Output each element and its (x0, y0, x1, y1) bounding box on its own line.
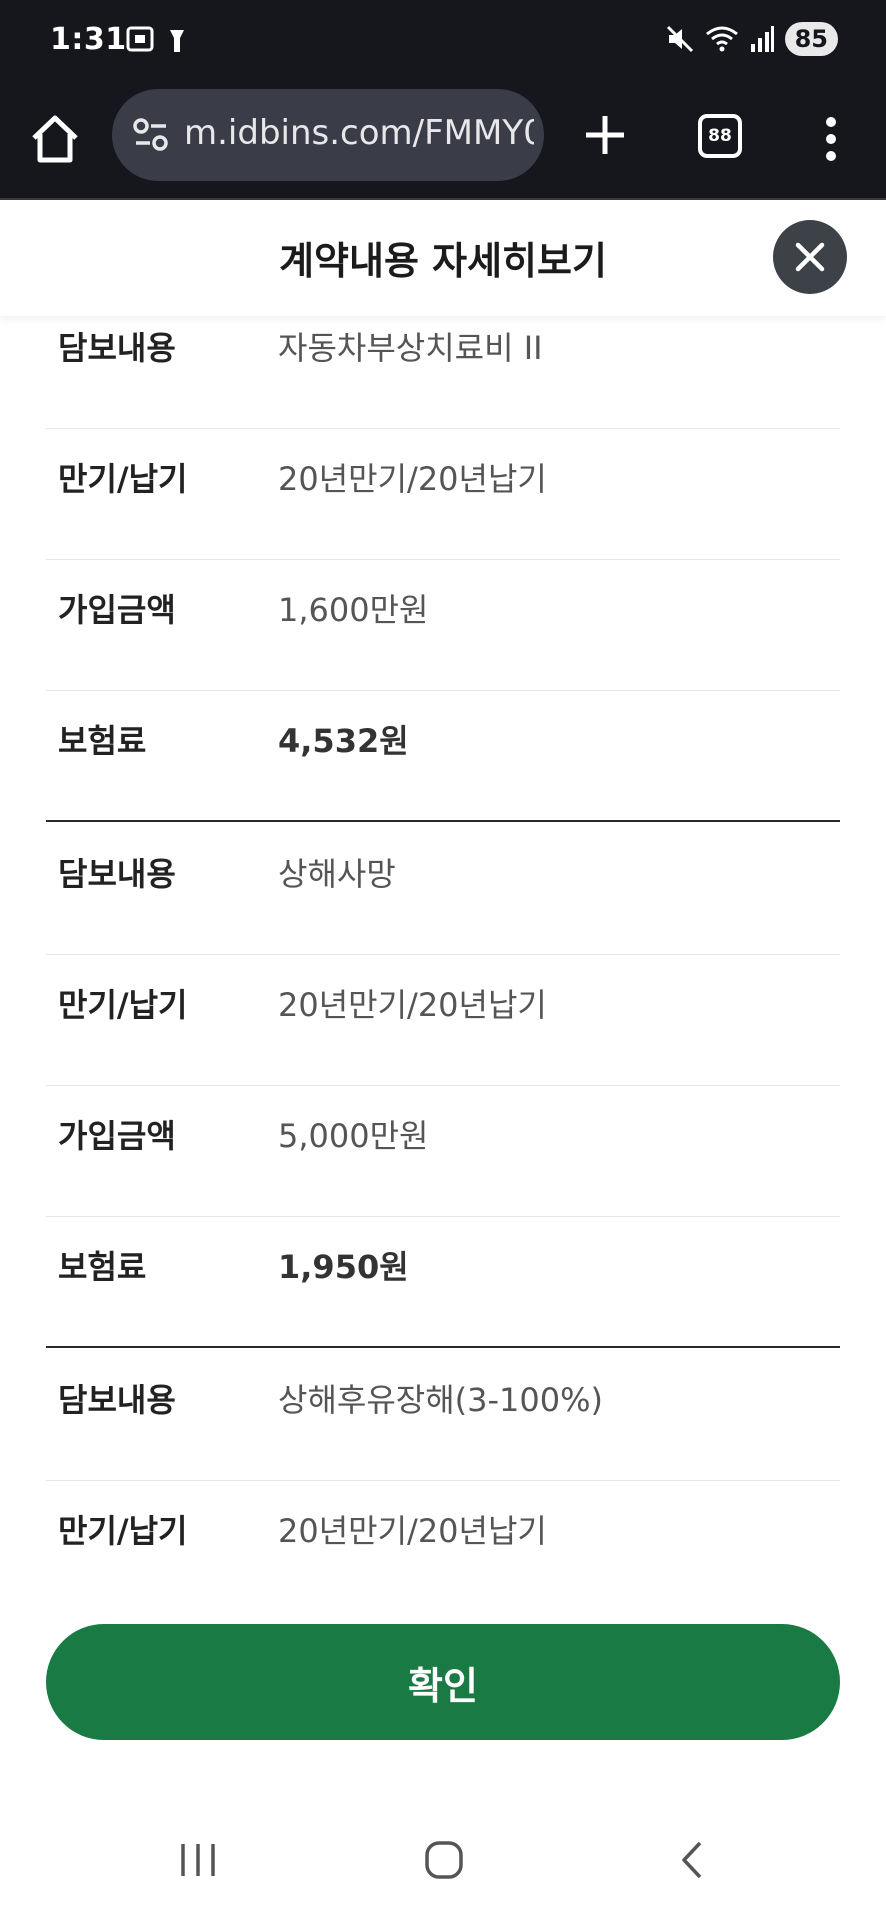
row-label: 담보내용 (58, 1381, 176, 1419)
recent-apps-icon[interactable] (178, 1842, 218, 1878)
premium-value: 1,950원 (278, 1248, 409, 1286)
coverage-row: 보험료 1,950원 (46, 1217, 840, 1348)
status-notification-icons (124, 24, 194, 62)
more-menu-icon[interactable] (814, 110, 848, 168)
new-tab-icon[interactable] (578, 108, 632, 162)
site-settings-icon[interactable] (132, 117, 170, 153)
status-system-icons: 85 (665, 22, 838, 56)
signal-icon (750, 26, 774, 52)
address-bar[interactable]: m.idbins.com/FMMY0 (112, 89, 544, 181)
row-label: 만기/납기 (58, 986, 188, 1024)
status-time: 1:31 (50, 22, 127, 57)
row-value: 자동차부상치료비 II (278, 329, 543, 367)
wifi-icon (705, 26, 738, 52)
coverage-row: 만기/납기 20년만기/20년납기 (46, 1481, 840, 1556)
row-label: 보험료 (58, 722, 147, 760)
system-navigation-bar (0, 1800, 886, 1920)
battery-level: 85 (784, 22, 838, 56)
coverage-row: 가입금액 5,000만원 (46, 1086, 840, 1217)
coverage-detail-list[interactable]: 담보내용 자동차부상치료비 II 만기/납기 20년만기/20년납기 가입금액 … (0, 316, 886, 1556)
row-value: 상해후유장해(3-100%) (278, 1381, 603, 1419)
coverage-row: 가입금액 1,600만원 (46, 560, 840, 691)
home-nav-icon[interactable] (424, 1840, 464, 1880)
url-text: m.idbins.com/FMMY0 (184, 113, 534, 153)
home-icon[interactable] (26, 110, 84, 168)
browser-toolbar: m.idbins.com/FMMY0 88 (0, 84, 886, 200)
confirm-button[interactable]: 확인 (46, 1624, 840, 1740)
row-value: 20년만기/20년납기 (278, 1512, 547, 1550)
row-value: 20년만기/20년납기 (278, 460, 547, 498)
modal-header: 계약내용 자세히보기 (0, 200, 886, 316)
screenshot-flashlight-icon (126, 26, 184, 52)
row-label: 담보내용 (58, 855, 176, 893)
row-label: 가입금액 (58, 591, 176, 629)
coverage-row: 담보내용 자동차부상치료비 II (46, 316, 840, 429)
row-value: 1,600만원 (278, 591, 429, 629)
close-icon (795, 242, 825, 272)
coverage-row: 담보내용 상해후유장해(3-100%) (46, 1350, 840, 1481)
mute-icon (666, 25, 693, 53)
row-label: 보험료 (58, 1248, 147, 1286)
row-label: 만기/납기 (58, 1512, 188, 1550)
row-label: 가입금액 (58, 1117, 176, 1155)
tab-switcher-button[interactable]: 88 (698, 114, 742, 158)
coverage-row: 담보내용 상해사망 (46, 824, 840, 955)
status-bar: 1:31 85 (0, 0, 886, 84)
back-icon[interactable] (676, 1840, 708, 1880)
premium-value: 4,532원 (278, 722, 409, 760)
coverage-row: 보험료 4,532원 (46, 691, 840, 822)
modal-title: 계약내용 자세히보기 (279, 239, 607, 283)
close-button[interactable] (773, 220, 847, 294)
coverage-row: 만기/납기 20년만기/20년납기 (46, 429, 840, 560)
coverage-row: 만기/납기 20년만기/20년납기 (46, 955, 840, 1086)
row-value: 상해사망 (278, 855, 396, 893)
row-value: 20년만기/20년납기 (278, 986, 547, 1024)
row-value: 5,000만원 (278, 1117, 429, 1155)
row-label: 담보내용 (58, 329, 176, 367)
row-label: 만기/납기 (58, 460, 188, 498)
